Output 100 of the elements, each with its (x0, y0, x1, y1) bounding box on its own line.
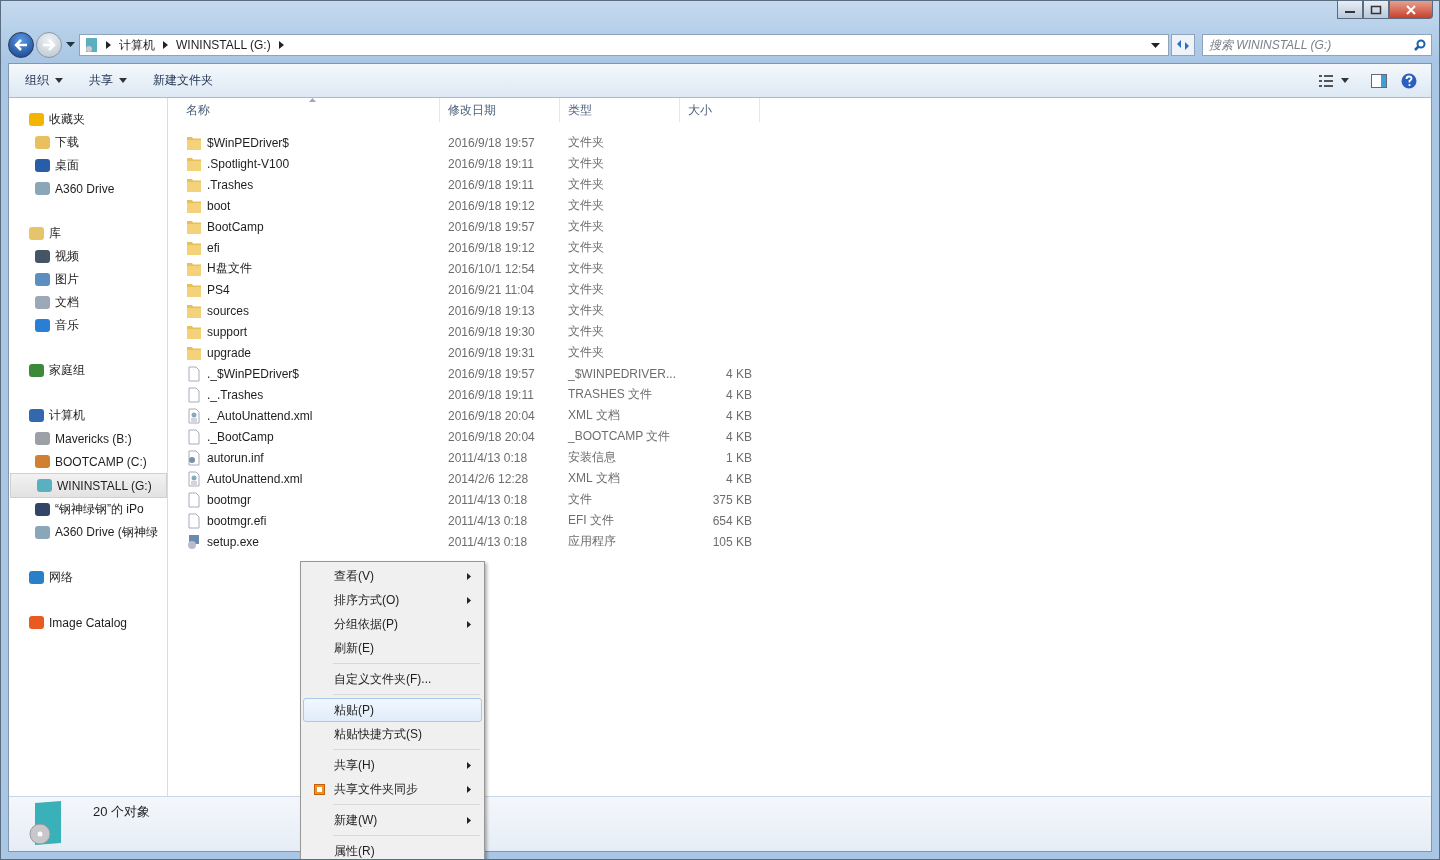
toolbar-button[interactable]: 组织 (19, 69, 69, 92)
sidebar-item[interactable]: BOOTCAMP (C:) (9, 450, 167, 473)
sidebar-item[interactable]: A360 Drive (钢神绿 (9, 521, 167, 544)
file-name[interactable]: upgrade (207, 345, 252, 360)
submenu-arrow-icon (467, 572, 471, 580)
sidebar-icon (29, 364, 44, 377)
help-icon[interactable] (1401, 72, 1417, 89)
menu-item[interactable]: 新建(W) (303, 808, 482, 832)
menu-item[interactable]: 排序方式(O) (303, 588, 482, 612)
date-cell: 2016/10/1 12:54 (448, 261, 535, 276)
dropdown-icon[interactable] (1151, 42, 1160, 48)
sidebar-item[interactable]: WININSTALL (G:) (10, 473, 167, 498)
sidebar-item[interactable]: 收藏夹 (9, 108, 167, 131)
sidebar-icon (35, 319, 50, 332)
sidebar-item[interactable]: 家庭组 (9, 359, 167, 382)
folder-icon (186, 323, 202, 340)
file-name[interactable]: support (207, 324, 248, 339)
date-cell: 2016/9/18 19:57 (448, 135, 535, 150)
menu-item[interactable]: 刷新(E) (303, 636, 482, 660)
date-cell: 2016/9/18 19:11 (448, 387, 534, 402)
toolbar-button[interactable]: 共享 (83, 69, 133, 92)
file-name[interactable]: efi (207, 240, 220, 255)
maximize-button[interactable] (1363, 1, 1389, 19)
file-icon (186, 491, 202, 508)
sidebar-item[interactable]: Image Catalog (9, 611, 167, 634)
view-options-icon[interactable] (1319, 74, 1333, 87)
close-button[interactable] (1389, 1, 1433, 19)
file-name[interactable]: $WinPEDriver$ (207, 135, 290, 150)
file-name[interactable]: sources (207, 303, 250, 318)
file-name[interactable]: PS4 (207, 282, 230, 297)
sidebar-item[interactable]: A360 Drive (9, 177, 167, 200)
column-header[interactable]: 类型 (560, 98, 680, 122)
sidebar-icon (35, 250, 50, 263)
breadcrumb[interactable]: 计算机 (119, 36, 155, 54)
menu-item[interactable]: 粘贴(P) (303, 698, 482, 722)
sidebar-item[interactable]: 网络 (9, 566, 167, 589)
file-name[interactable]: bootmgr (207, 492, 252, 507)
file-name[interactable]: AutoUnattend.xml (207, 471, 303, 486)
chevron-icon[interactable] (106, 41, 111, 49)
size-cell: 4 KB (726, 387, 752, 402)
dropdown-icon[interactable] (1341, 78, 1349, 83)
chevron-icon[interactable] (163, 41, 168, 49)
chevron-icon[interactable] (278, 41, 284, 49)
menu-item[interactable]: 共享文件夹同步 (303, 777, 482, 801)
menu-item[interactable]: 查看(V) (303, 564, 482, 588)
sidebar-item[interactable]: 库 (9, 222, 167, 245)
folder-icon (186, 281, 202, 298)
type-cell: 文件夹 (568, 155, 604, 172)
menu-item[interactable]: 分组依据(P) (303, 612, 482, 636)
file-name[interactable]: ._.Trashes (207, 387, 264, 402)
type-cell: _BOOTCAMP 文件 (568, 428, 671, 445)
sidebar-item[interactable]: 视频 (9, 245, 167, 268)
file-name[interactable]: ._BootCamp (207, 429, 274, 444)
sidebar-item[interactable]: 音乐 (9, 314, 167, 337)
file-name[interactable]: ._AutoUnattend.xml (207, 408, 313, 423)
menu-item[interactable]: 粘贴快捷方式(S) (303, 722, 482, 746)
file-name[interactable]: bootmgr.efi (207, 513, 267, 528)
date-cell: 2014/2/6 12:28 (448, 471, 529, 486)
sidebar-item[interactable]: 下载 (9, 131, 167, 154)
column-header[interactable]: 大小 (680, 98, 760, 122)
file-name[interactable]: .Trashes (207, 177, 254, 192)
search-field[interactable]: 搜索 WININSTALL (G:) (1202, 34, 1432, 56)
file-name[interactable]: BootCamp (207, 219, 264, 234)
folder-icon (186, 260, 202, 277)
settings-file-icon (186, 449, 202, 466)
sidebar-item[interactable]: 计算机 (9, 404, 167, 427)
type-cell: XML 文档 (568, 407, 620, 424)
xml-file-icon (186, 407, 202, 424)
sidebar-item[interactable]: Mavericks (B:) (9, 427, 167, 450)
file-name[interactable]: autorun.inf (207, 450, 264, 465)
sidebar-item[interactable]: 桌面 (9, 154, 167, 177)
type-cell: 文件夹 (568, 134, 604, 151)
sidebar-icon (35, 273, 50, 286)
menu-item[interactable]: 属性(R) (303, 839, 482, 859)
sidebar-item[interactable]: 文档 (9, 291, 167, 314)
refresh-button[interactable] (1171, 34, 1195, 56)
column-header[interactable]: 修改日期 (440, 98, 560, 122)
file-name[interactable]: ._$WinPEDriver$ (207, 366, 300, 381)
sidebar-item[interactable]: 图片 (9, 268, 167, 291)
toolbar-button[interactable]: 新建文件夹 (147, 69, 219, 92)
preview-pane-icon[interactable] (1371, 73, 1387, 88)
sidebar-icon (35, 432, 50, 445)
menu-item[interactable]: 共享(H) (303, 753, 482, 777)
file-name[interactable]: H盘文件 (207, 260, 252, 277)
file-name[interactable]: setup.exe (207, 534, 260, 549)
size-cell: 4 KB (726, 408, 752, 423)
history-dropdown-icon[interactable] (66, 42, 75, 48)
date-cell: 2016/9/21 11:04 (448, 282, 534, 297)
file-name[interactable]: .Spotlight-V100 (207, 156, 290, 171)
menu-item[interactable]: 自定义文件夹(F)... (303, 667, 482, 691)
breadcrumb[interactable]: WININSTALL (G:) (176, 38, 271, 52)
search-icon[interactable] (1414, 39, 1426, 51)
address-bar[interactable]: 计算机 WININSTALL (G:) (79, 34, 1169, 56)
sidebar-item[interactable]: “钢神绿钢”的 iPo (9, 498, 167, 521)
date-cell: 2016/9/18 19:57 (448, 219, 535, 234)
column-header[interactable]: 名称 (178, 98, 440, 122)
file-name[interactable]: boot (207, 198, 231, 213)
file-icon (186, 428, 202, 445)
minimize-button[interactable] (1337, 1, 1363, 19)
back-button[interactable] (8, 32, 34, 58)
